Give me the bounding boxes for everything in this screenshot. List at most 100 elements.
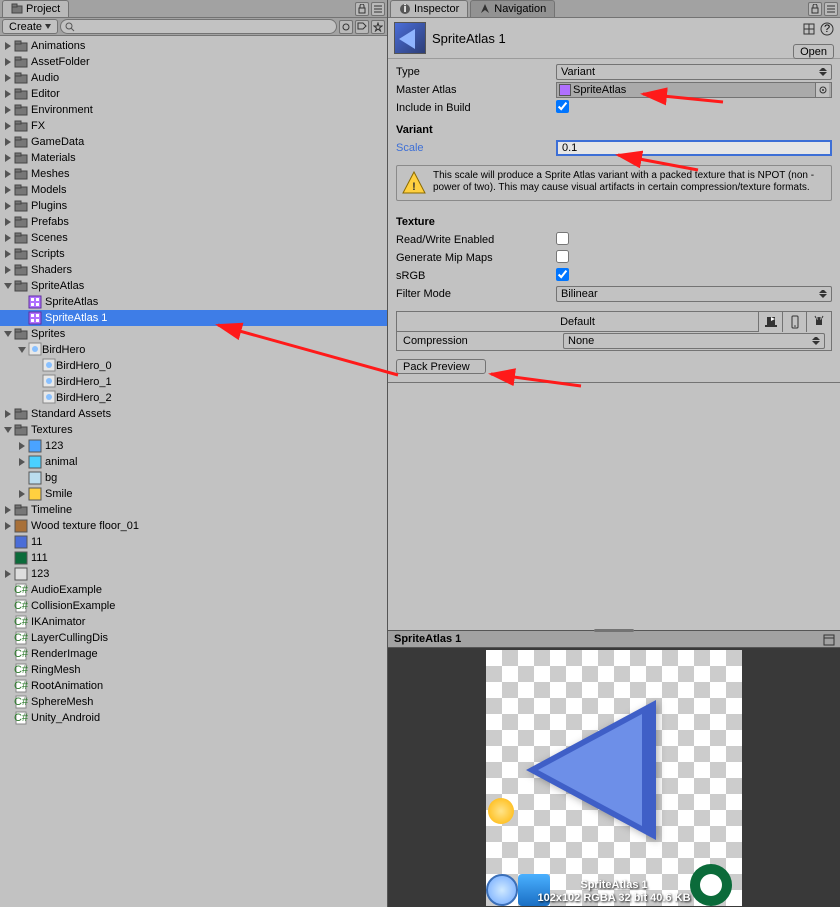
- platform-default-tab[interactable]: Default: [397, 312, 759, 331]
- tree-item-layercullingdis[interactable]: C#LayerCullingDis: [0, 630, 387, 646]
- fold-toggle[interactable]: [2, 136, 14, 148]
- tree-item-environment[interactable]: Environment: [0, 102, 387, 118]
- tree-item-assetfolder[interactable]: AssetFolder: [0, 54, 387, 70]
- tree-item-renderimage[interactable]: C#RenderImage: [0, 646, 387, 662]
- tab-inspector[interactable]: i Inspector: [390, 0, 468, 17]
- tree-item-timeline[interactable]: Timeline: [0, 502, 387, 518]
- tree-item-birdhero-2[interactable]: BirdHero_2: [0, 390, 387, 406]
- fold-toggle[interactable]: [2, 408, 14, 420]
- tree-item-ikanimator[interactable]: C#IKAnimator: [0, 614, 387, 630]
- fold-toggle[interactable]: [2, 232, 14, 244]
- fold-toggle[interactable]: [2, 520, 14, 532]
- type-dropdown[interactable]: Variant: [556, 64, 832, 80]
- fold-toggle[interactable]: [16, 488, 28, 500]
- tree-item-birdhero-0[interactable]: BirdHero_0: [0, 358, 387, 374]
- prefab-icon[interactable]: [802, 22, 816, 39]
- fold-toggle[interactable]: [2, 88, 14, 100]
- object-picker-icon[interactable]: [815, 83, 829, 97]
- fold-toggle[interactable]: [2, 152, 14, 164]
- fold-toggle[interactable]: [2, 184, 14, 196]
- fold-toggle[interactable]: [16, 456, 28, 468]
- fold-toggle[interactable]: [2, 280, 14, 292]
- fold-toggle[interactable]: [2, 56, 14, 68]
- lock-icon[interactable]: [808, 2, 822, 16]
- tree-item-shaders[interactable]: Shaders: [0, 262, 387, 278]
- tree-item-prefabs[interactable]: Prefabs: [0, 214, 387, 230]
- tree-item-rootanimation[interactable]: C#RootAnimation: [0, 678, 387, 694]
- tree-item-11[interactable]: 11: [0, 534, 387, 550]
- fold-toggle[interactable]: [2, 216, 14, 228]
- lock-icon[interactable]: [355, 2, 369, 16]
- fold-toggle[interactable]: [2, 200, 14, 212]
- include-in-build-checkbox[interactable]: [556, 100, 569, 113]
- panel-menu-icon[interactable]: [824, 2, 838, 16]
- tree-item-bg[interactable]: bg: [0, 470, 387, 486]
- tree-item-spriteatlas-1[interactable]: SpriteAtlas 1: [0, 310, 387, 326]
- read-write-checkbox[interactable]: [556, 232, 569, 245]
- fold-toggle[interactable]: [16, 440, 28, 452]
- tree-item-123[interactable]: 123: [0, 566, 387, 582]
- tree-item-wood-texture-floor-01[interactable]: Wood texture floor_01: [0, 518, 387, 534]
- open-button[interactable]: Open: [793, 44, 834, 59]
- fold-toggle[interactable]: [2, 504, 14, 516]
- tree-item-animal[interactable]: animal: [0, 454, 387, 470]
- tree-item-spriteatlas[interactable]: SpriteAtlas: [0, 294, 387, 310]
- fold-toggle[interactable]: [2, 424, 14, 436]
- platform-android-icon[interactable]: [807, 312, 831, 332]
- platform-standalone-icon[interactable]: [759, 312, 783, 332]
- tree-item-unity-android[interactable]: C#Unity_Android: [0, 710, 387, 726]
- tree-item-birdhero[interactable]: BirdHero: [0, 342, 387, 358]
- tree-item-collisionexample[interactable]: C#CollisionExample: [0, 598, 387, 614]
- compression-dropdown[interactable]: None: [563, 333, 825, 349]
- save-search-icon[interactable]: [371, 20, 385, 34]
- tree-item-animations[interactable]: Animations: [0, 38, 387, 54]
- preview-header[interactable]: SpriteAtlas 1: [388, 630, 840, 648]
- fold-toggle[interactable]: [2, 168, 14, 180]
- scale-input[interactable]: 0.1: [556, 140, 832, 156]
- tree-item-standard-assets[interactable]: Standard Assets: [0, 406, 387, 422]
- tree-item-spheremesh[interactable]: C#SphereMesh: [0, 694, 387, 710]
- tree-item-123[interactable]: 123: [0, 438, 387, 454]
- tree-item-plugins[interactable]: Plugins: [0, 198, 387, 214]
- tree-item-scenes[interactable]: Scenes: [0, 230, 387, 246]
- tree-item-gamedata[interactable]: GameData: [0, 134, 387, 150]
- srgb-checkbox[interactable]: [556, 268, 569, 281]
- tree-item-scripts[interactable]: Scripts: [0, 246, 387, 262]
- tab-project[interactable]: Project: [2, 0, 69, 17]
- project-tree[interactable]: AnimationsAssetFolderAudioEditorEnvironm…: [0, 36, 387, 907]
- fold-toggle[interactable]: [2, 248, 14, 260]
- tree-item-meshes[interactable]: Meshes: [0, 166, 387, 182]
- filter-by-type-icon[interactable]: [339, 20, 353, 34]
- tree-item-models[interactable]: Models: [0, 182, 387, 198]
- tree-item-editor[interactable]: Editor: [0, 86, 387, 102]
- search-input[interactable]: [60, 19, 337, 34]
- fold-toggle[interactable]: [2, 568, 14, 580]
- create-button[interactable]: Create: [2, 19, 58, 34]
- tab-navigation[interactable]: Navigation: [470, 0, 555, 17]
- tree-item-smile[interactable]: Smile: [0, 486, 387, 502]
- tree-item-sprites[interactable]: Sprites: [0, 326, 387, 342]
- tree-item-audio[interactable]: Audio: [0, 70, 387, 86]
- fold-toggle[interactable]: [2, 264, 14, 276]
- fold-toggle[interactable]: [2, 104, 14, 116]
- tree-item-birdhero-1[interactable]: BirdHero_1: [0, 374, 387, 390]
- pack-preview-button[interactable]: Pack Preview: [396, 359, 486, 374]
- fold-toggle[interactable]: [2, 328, 14, 340]
- mip-maps-checkbox[interactable]: [556, 250, 569, 263]
- help-icon[interactable]: ?: [820, 22, 834, 39]
- fold-toggle[interactable]: [2, 40, 14, 52]
- tree-item-audioexample[interactable]: C#AudioExample: [0, 582, 387, 598]
- platform-ios-icon[interactable]: [783, 312, 807, 332]
- master-atlas-field[interactable]: SpriteAtlas: [556, 82, 832, 98]
- fold-toggle[interactable]: [2, 72, 14, 84]
- fold-toggle[interactable]: [16, 344, 28, 356]
- tree-item-spriteatlas[interactable]: SpriteAtlas: [0, 278, 387, 294]
- filter-mode-dropdown[interactable]: Bilinear: [556, 286, 832, 302]
- tree-item-materials[interactable]: Materials: [0, 150, 387, 166]
- filter-by-label-icon[interactable]: [355, 20, 369, 34]
- tree-item-ringmesh[interactable]: C#RingMesh: [0, 662, 387, 678]
- panel-menu-icon[interactable]: [371, 2, 385, 16]
- tree-item-111[interactable]: 111: [0, 550, 387, 566]
- fold-toggle[interactable]: [2, 120, 14, 132]
- tree-item-textures[interactable]: Textures: [0, 422, 387, 438]
